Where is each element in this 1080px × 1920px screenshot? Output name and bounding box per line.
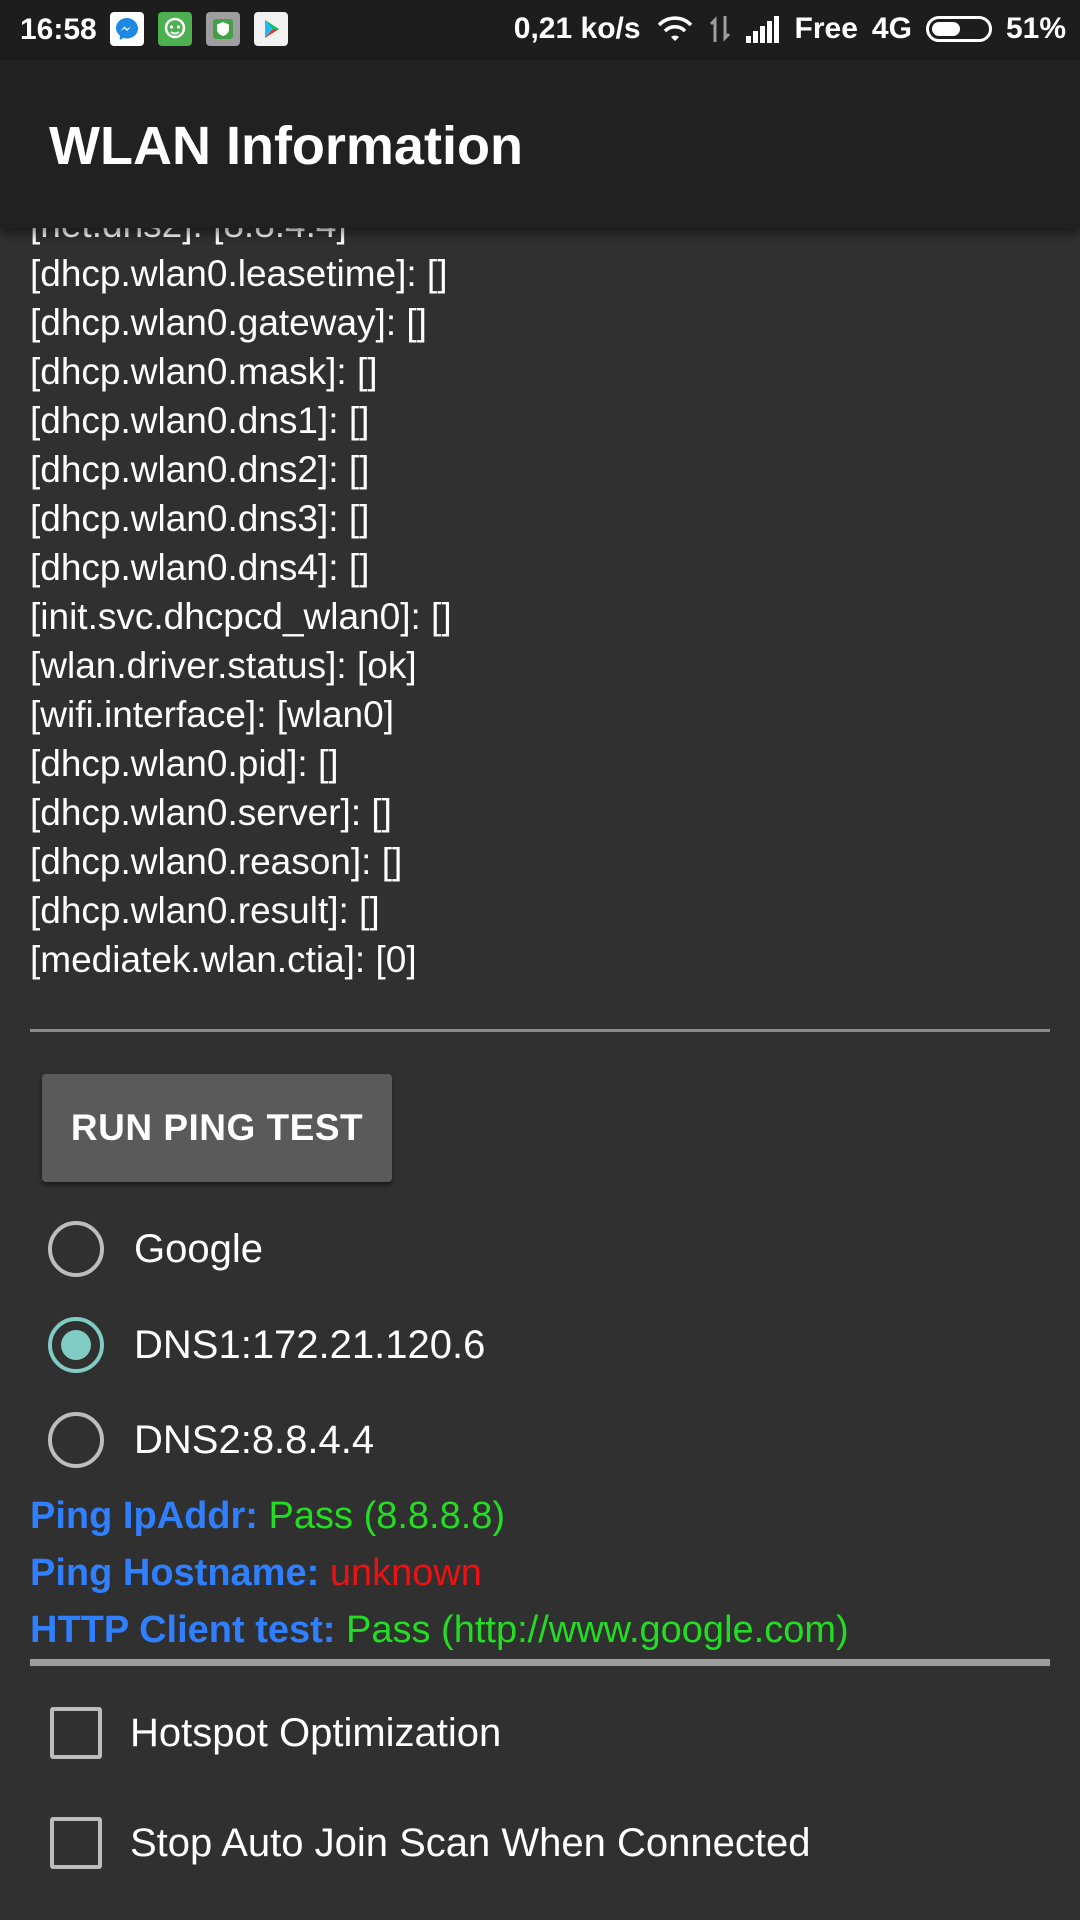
list-item: [dhcp.wlan0.leasetime]: []: [30, 253, 448, 294]
radio-label: DNS2:8.8.4.4: [134, 1417, 375, 1462]
data-transfer-icon: [709, 16, 730, 42]
result-value: Pass (8.8.8.8): [268, 1495, 506, 1537]
network-speed: 0,21 ko/s: [513, 12, 641, 45]
security-app-icon: [206, 12, 240, 46]
signal-icon: [745, 16, 779, 43]
result-value: unknown: [329, 1552, 482, 1594]
battery-icon: [925, 16, 992, 42]
play-store-icon: [254, 12, 288, 46]
radio-label: DNS1:172.21.120.6: [134, 1322, 486, 1367]
checkbox-label: Hotspot Optimization: [130, 1710, 502, 1755]
battery-fill: [931, 22, 960, 36]
list-item: [dhcp.wlan0.server]: []: [30, 792, 392, 833]
list-item: [dhcp.wlan0.pid]: []: [30, 743, 339, 784]
result-key: Ping IpAddr:: [30, 1495, 258, 1537]
list-item: [init.svc.dhcpcd_wlan0]: []: [30, 596, 452, 637]
properties-list[interactable]: [net.dns2]: [8.8.4.4] [dhcp.wlan0.leaset…: [30, 200, 1050, 984]
radio-dns1[interactable]: DNS1:172.21.120.6: [48, 1314, 485, 1376]
list-item: [wlan.driver.status]: [ok]: [30, 645, 417, 686]
ping-ipaddr-result: Ping IpAddr: Pass (8.8.8.8): [30, 1495, 505, 1538]
notification-icons: [110, 12, 288, 46]
carrier-name: Free: [794, 12, 858, 45]
android-app-icon: [158, 12, 192, 46]
ping-hostname-result: Ping Hostname: unknown: [30, 1552, 482, 1595]
list-item: [dhcp.wlan0.gateway]: []: [30, 302, 427, 343]
list-item: [dhcp.wlan0.result]: []: [30, 890, 380, 931]
radio-dot: [61, 1330, 91, 1360]
messenger-icon: [110, 12, 144, 46]
radio-dns2[interactable]: DNS2:8.8.4.4: [48, 1409, 374, 1471]
status-right: 0,21 ko/s Free 4G 51%: [514, 12, 1066, 46]
hotspot-optimization-option[interactable]: Hotspot Optimization: [50, 1703, 501, 1763]
radio-button[interactable]: [48, 1412, 104, 1468]
result-key: Ping Hostname:: [30, 1552, 320, 1594]
checkbox[interactable]: [50, 1707, 102, 1759]
status-time: 16:58: [20, 13, 97, 46]
page-title: WLAN Information: [49, 116, 523, 176]
http-client-result: HTTP Client test: Pass (http://www.googl…: [30, 1609, 849, 1652]
list-item: [dhcp.wlan0.dns2]: []: [30, 449, 370, 490]
radio-button-checked[interactable]: [48, 1317, 104, 1373]
list-item: [dhcp.wlan0.dns1]: []: [30, 400, 370, 441]
wifi-icon: [657, 16, 692, 41]
network-type: 4G: [871, 12, 912, 45]
checkbox-label: Stop Auto Join Scan When Connected: [130, 1820, 811, 1865]
radio-label: Google: [134, 1226, 263, 1271]
run-ping-test-button[interactable]: RUN PING TEST: [42, 1074, 392, 1182]
result-key: HTTP Client test:: [30, 1609, 336, 1651]
app-bar: WLAN Information: [0, 60, 1080, 228]
status-bar: 16:58 0,21 ko/s Free 4G 51%: [0, 0, 1080, 60]
radio-button[interactable]: [48, 1221, 104, 1277]
battery-percent: 51%: [1005, 12, 1066, 45]
stop-auto-join-option[interactable]: Stop Auto Join Scan When Connected: [50, 1813, 810, 1873]
radio-google[interactable]: Google: [48, 1218, 263, 1280]
list-item: [dhcp.wlan0.dns3]: []: [30, 498, 370, 539]
section-divider: [30, 1029, 1050, 1032]
list-item: [dhcp.wlan0.mask]: []: [30, 351, 378, 392]
result-value: Pass (http://www.google.com): [346, 1609, 849, 1651]
results-divider: [30, 1659, 1050, 1666]
list-item: [dhcp.wlan0.dns4]: []: [30, 547, 370, 588]
list-item: [wifi.interface]: [wlan0]: [30, 694, 394, 735]
list-item: [dhcp.wlan0.reason]: []: [30, 841, 403, 882]
checkbox[interactable]: [50, 1817, 102, 1869]
list-item: [mediatek.wlan.ctia]: [0]: [30, 939, 417, 980]
